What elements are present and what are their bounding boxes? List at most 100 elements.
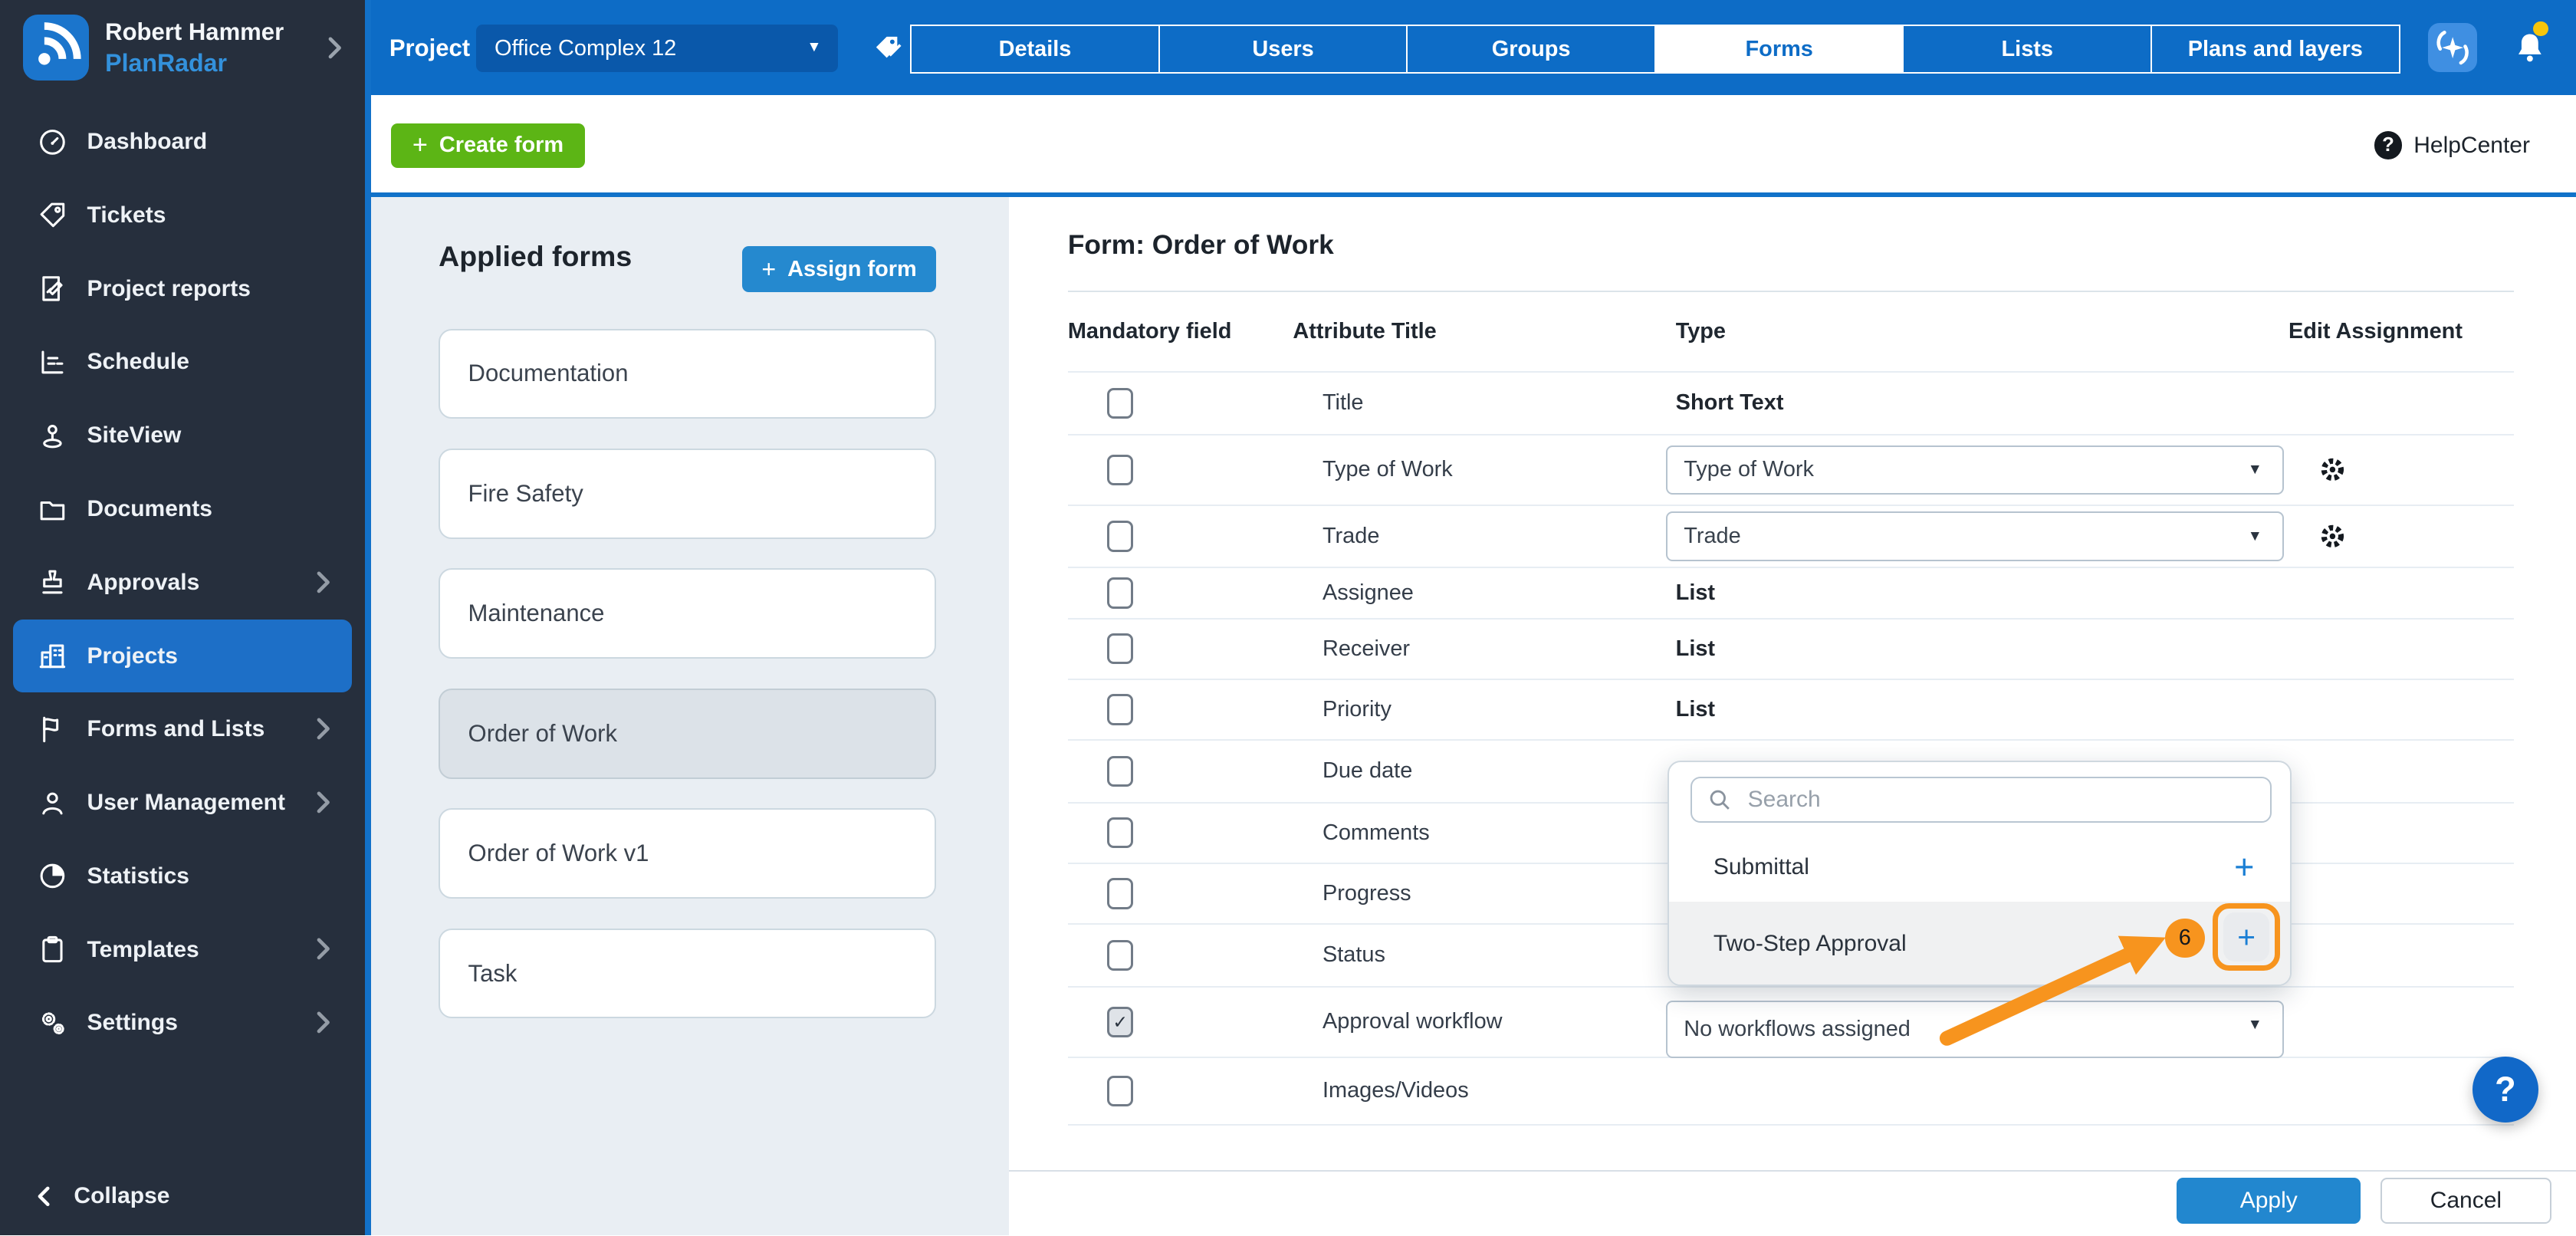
apply-button[interactable]: Apply <box>2177 1178 2361 1224</box>
attribute-title: Title <box>1322 390 1676 416</box>
sidebar-item-approvals[interactable]: Approvals <box>13 546 351 620</box>
helpcenter-label: HelpCenter <box>2413 133 2530 159</box>
attribute-title: Due date <box>1322 758 1676 784</box>
search-icon <box>1707 787 1733 813</box>
project-topbar: Project Office Complex 12 ▼ DetailsUsers… <box>371 0 2576 95</box>
workflow-select[interactable]: No workflows assigned▼ <box>1666 1001 2284 1058</box>
add-workflow-button[interactable]: + <box>2223 912 2269 962</box>
sidebar-item-projects[interactable]: Projects <box>13 620 351 693</box>
sidebar-item-project-reports[interactable]: Project reports <box>13 252 351 326</box>
chevron-down-icon: ▼ <box>2248 462 2262 478</box>
add-submittal-button[interactable]: + <box>2234 850 2254 884</box>
type-select-type-of-work[interactable]: Type of Work▼ <box>1666 445 2284 495</box>
chevron-right-icon <box>306 1006 339 1039</box>
question-icon: ? <box>2374 131 2402 159</box>
table-row-title: TitleShort Text <box>1068 373 2514 435</box>
form-card-label: Maintenance <box>468 600 605 627</box>
form-card-label: Order of Work v1 <box>468 840 649 867</box>
type-select-trade[interactable]: Trade▼ <box>1666 511 2284 560</box>
sidebar-item-settings[interactable]: Settings <box>13 987 351 1060</box>
project-selector-value: Office Complex 12 <box>495 36 676 61</box>
plus-icon: + <box>412 130 428 160</box>
chevron-right-icon <box>306 712 339 745</box>
mandatory-checkbox[interactable] <box>1107 521 1133 551</box>
sidebar-item-schedule[interactable]: Schedule <box>13 325 351 399</box>
sidebar-item-label: User Management <box>87 790 285 816</box>
sidebar-item-documents[interactable]: Documents <box>13 472 351 546</box>
form-card-order-of-work[interactable]: Order of Work <box>439 689 936 779</box>
attribute-title: Images/Videos <box>1322 1078 1676 1103</box>
building-icon <box>36 639 69 672</box>
mandatory-checkbox[interactable] <box>1107 694 1133 725</box>
folder-icon <box>36 493 69 526</box>
mandatory-checkbox[interactable] <box>1107 633 1133 664</box>
form-card-task[interactable]: Task <box>439 929 936 1019</box>
mandatory-checkbox[interactable]: ✓ <box>1107 1007 1133 1037</box>
helpcenter-link[interactable]: ? HelpCenter <box>2374 131 2530 159</box>
popup-item-submittal[interactable]: Submittal <box>1669 833 2290 902</box>
tab-plans-and-layers[interactable]: Plans and layers <box>2150 25 2400 74</box>
column-mandatory: Mandatory field <box>1068 319 1293 344</box>
tags-icon[interactable] <box>869 30 905 66</box>
form-card-fire-safety[interactable]: Fire Safety <box>439 449 936 539</box>
tab-users[interactable]: Users <box>1158 25 1408 74</box>
select-value: Trade <box>1684 524 1740 549</box>
search-input[interactable] <box>1744 785 2211 814</box>
applied-forms-list: Documentation Fire Safety Maintenance Order… <box>439 329 936 1048</box>
form-card-maintenance[interactable]: Maintenance <box>439 568 936 659</box>
sidebar-item-dashboard[interactable]: Dashboard <box>13 105 351 179</box>
schedule-icon <box>36 346 69 379</box>
assign-form-label: Assign form <box>787 257 917 282</box>
brand-name: PlanRadar <box>105 49 227 77</box>
sidebar-item-label: Forms and Lists <box>87 716 265 742</box>
form-card-documentation[interactable]: Documentation <box>439 329 936 419</box>
sidebar-item-tickets[interactable]: Tickets <box>13 179 351 252</box>
form-card-order-of-work-v1[interactable]: Order of Work v1 <box>439 808 936 899</box>
tab-groups[interactable]: Groups <box>1406 25 1656 74</box>
attribute-title: Status <box>1322 942 1676 968</box>
gear-icon[interactable] <box>2316 520 2349 553</box>
form-toolbar: + Create form ? HelpCenter <box>371 95 2576 197</box>
floating-help-button[interactable]: ? <box>2472 1057 2538 1123</box>
project-selector[interactable]: Office Complex 12 ▼ <box>476 25 837 72</box>
mandatory-checkbox[interactable] <box>1107 817 1133 848</box>
tab-forms[interactable]: Forms <box>1654 25 1904 74</box>
mandatory-checkbox[interactable] <box>1107 455 1133 485</box>
cancel-button[interactable]: Cancel <box>2380 1178 2551 1224</box>
tab-lists[interactable]: Lists <box>1902 25 2152 74</box>
mandatory-checkbox[interactable] <box>1107 577 1133 608</box>
mandatory-checkbox[interactable] <box>1107 756 1133 787</box>
siteview-icon <box>36 419 69 452</box>
gauge-icon <box>36 126 69 159</box>
tab-details[interactable]: Details <box>910 25 1160 74</box>
mandatory-checkbox[interactable] <box>1107 940 1133 971</box>
plans-app-icon[interactable] <box>2428 23 2477 72</box>
table-row-receiver: ReceiverList <box>1068 620 2514 680</box>
gear-icon[interactable] <box>2316 453 2349 486</box>
sidebar-item-siteview[interactable]: SiteView <box>13 399 351 472</box>
sidebar-item-label: Statistics <box>87 863 189 889</box>
collapse-button[interactable]: Collapse <box>0 1170 365 1223</box>
sidebar-item-label: Dashboard <box>87 129 208 155</box>
sidebar-item-statistics[interactable]: Statistics <box>13 840 351 913</box>
sidebar-item-user-management[interactable]: User Management <box>13 766 351 840</box>
sidebar-item-forms-and-lists[interactable]: Forms and Lists <box>13 692 351 766</box>
workflow-picker-popup: SubmittalTwo-Step Approval 6 + + <box>1668 761 2292 986</box>
annotation-highlight-box: + <box>2213 903 2280 971</box>
sidebar-item-templates[interactable]: Templates <box>13 913 351 987</box>
planradar-logo-icon <box>23 15 89 81</box>
mandatory-checkbox[interactable] <box>1107 1076 1133 1106</box>
sidebar-item-label: Documents <box>87 496 212 522</box>
collapse-label: Collapse <box>74 1183 169 1209</box>
mandatory-checkbox[interactable] <box>1107 388 1133 419</box>
sidebar-item-label: Schedule <box>87 349 189 375</box>
form-footer: Apply Cancel <box>1009 1170 2576 1236</box>
sidebar-user-header[interactable]: Robert Hammer PlanRadar <box>0 0 365 95</box>
create-form-label: Create form <box>439 133 564 158</box>
chevron-right-icon[interactable] <box>317 31 350 64</box>
mandatory-checkbox[interactable] <box>1107 878 1133 909</box>
create-form-button[interactable]: + Create form <box>391 123 585 168</box>
assign-form-button[interactable]: + Assign form <box>742 246 937 292</box>
project-tabs: DetailsUsersGroupsFormsListsPlans and la… <box>912 25 2400 74</box>
planradar-app: Robert Hammer PlanRadar Dashboard Tickets… <box>0 0 2576 1235</box>
